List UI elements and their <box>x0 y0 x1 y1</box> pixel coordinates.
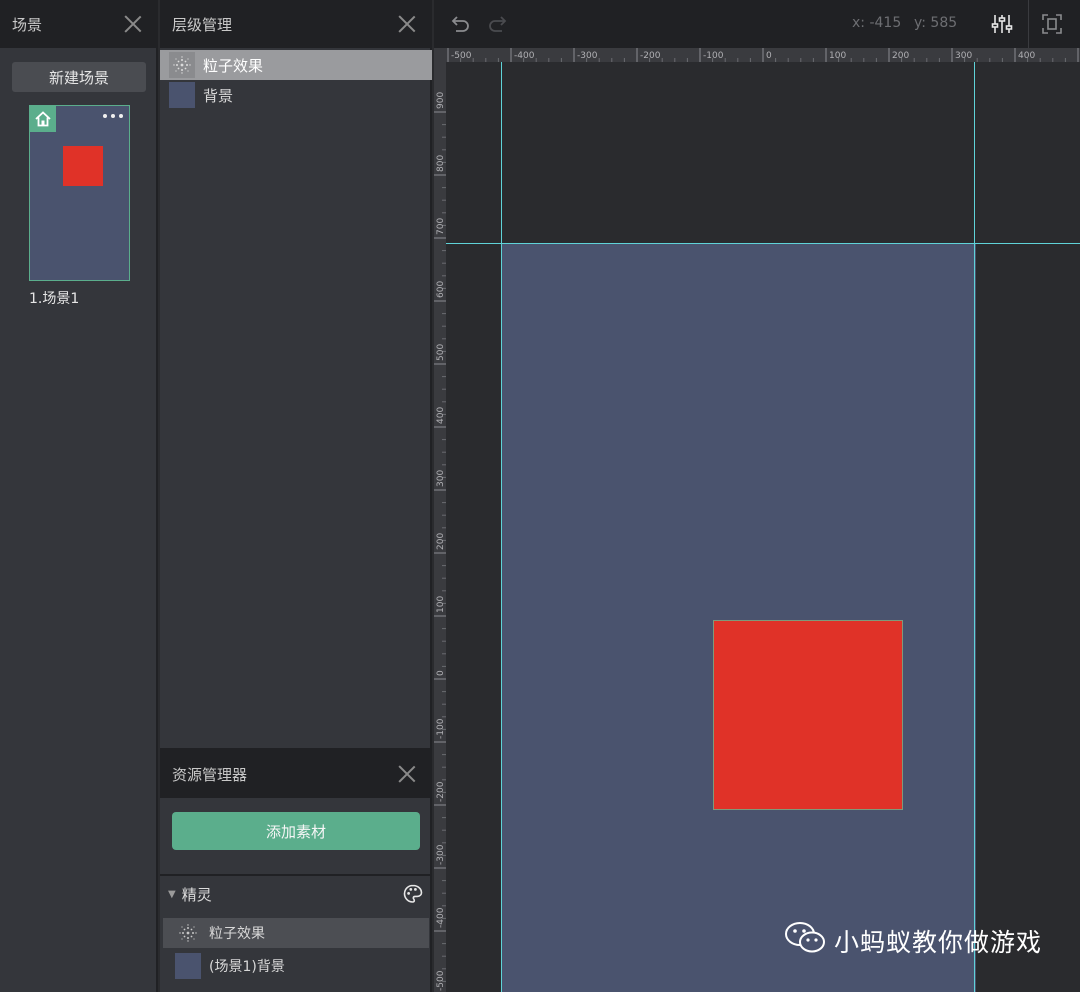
particle-icon <box>175 920 201 946</box>
ruler-tick-label: -500 <box>436 970 446 991</box>
asset-item-label: 粒子效果 <box>209 926 265 942</box>
layer-item-particle[interactable]: 粒子效果 <box>160 50 432 80</box>
ruler-tick-label: 400 <box>1018 51 1035 61</box>
ruler-tick-label: -300 <box>577 51 598 61</box>
ruler-tick-label: 0 <box>766 51 772 61</box>
asset-panel-title: 资源管理器 <box>172 765 248 784</box>
layer-panel-header: 层级管理 <box>160 0 430 48</box>
redo-icon[interactable] <box>486 12 510 36</box>
red-sprite[interactable] <box>713 620 903 810</box>
caret-down-icon: ▼ <box>168 888 176 900</box>
sliders-icon[interactable] <box>990 12 1014 36</box>
watermark: 小蚂蚁教你做游戏 <box>784 920 1042 962</box>
layer-panel: 层级管理 粒子效果 背景 <box>160 0 432 748</box>
ruler-tick-label: 300 <box>955 51 972 61</box>
ruler-tick-label: -300 <box>436 844 446 865</box>
ruler-tick-label: 500 <box>436 344 446 361</box>
scene-panel: 场景 新建场景 1.场景1 <box>0 0 158 992</box>
scene-panel-header: 场景 <box>0 0 156 48</box>
background-swatch-icon <box>175 953 201 979</box>
background-swatch-icon <box>169 82 195 108</box>
ruler-tick-label: -100 <box>436 718 446 739</box>
stage-background[interactable] <box>502 244 976 992</box>
toolbar-divider <box>1028 0 1029 48</box>
layer-panel-title: 层级管理 <box>172 15 233 34</box>
ruler-tick-label: -200 <box>640 51 661 61</box>
asset-panel-header: 资源管理器 <box>160 750 430 798</box>
ruler-tick-label: 800 <box>436 155 446 172</box>
layer-item-label: 粒子效果 <box>203 56 264 75</box>
asset-panel: 资源管理器 添加素材 ▼ 精灵 粒子效果 (场景1)背景 <box>160 748 432 992</box>
asset-item-label: (场景1)背景 <box>209 959 285 975</box>
add-asset-button[interactable]: 添加素材 <box>172 812 420 850</box>
asset-item-background[interactable]: (场景1)背景 <box>163 951 429 981</box>
ruler-tick-label: 100 <box>436 596 446 613</box>
ruler-tick-label: -200 <box>436 781 446 802</box>
layer-item-label: 背景 <box>203 86 234 105</box>
horizontal-ruler: -500-400-300-200-1000100200300400500 <box>434 48 1080 62</box>
canvas-area[interactable] <box>446 62 1080 992</box>
ruler-tick-label: 900 <box>436 92 446 109</box>
guide-line-left <box>501 62 502 992</box>
close-icon[interactable] <box>396 13 418 35</box>
divider <box>160 874 432 876</box>
particle-icon <box>169 52 195 78</box>
scene-panel-title: 场景 <box>12 15 43 34</box>
cursor-y-readout: y: 585 <box>914 15 958 31</box>
scene-thumbnail[interactable] <box>29 105 130 281</box>
home-icon <box>30 106 56 132</box>
scene-label: 1.场景1 <box>29 291 80 307</box>
close-icon[interactable] <box>122 13 144 35</box>
thumbnail-sprite <box>63 146 103 186</box>
ruler-tick-label: -100 <box>703 51 724 61</box>
fit-view-icon[interactable] <box>1040 12 1064 36</box>
ruler-tick-label: 100 <box>829 51 846 61</box>
scene-editor: x: -415 y: 585 -500 -400 -300 -200 -100 0 100 2… <box>434 0 1080 992</box>
palette-icon[interactable] <box>402 883 424 905</box>
ruler-tick-label: -500 <box>451 51 472 61</box>
layer-item-background[interactable]: 背景 <box>160 80 432 110</box>
group-label: 精灵 <box>181 885 212 904</box>
undo-icon[interactable] <box>448 12 472 36</box>
watermark-text: 小蚂蚁教你做游戏 <box>833 928 1042 957</box>
guide-line-top <box>446 243 1080 244</box>
vertical-ruler: 900 800 700 600 500 400 300 200 100 0 -100 -200 -300… <box>434 62 446 992</box>
asset-item-particle[interactable]: 粒子效果 <box>163 918 429 948</box>
ruler-tick-label: 700 <box>436 218 446 235</box>
guide-line-right <box>974 62 975 992</box>
ruler-tick-label: 0 <box>436 670 446 676</box>
ruler-tick-label: 200 <box>892 51 909 61</box>
ruler-tick-label: 400 <box>436 407 446 424</box>
editor-toolbar: x: -415 y: 585 <box>434 0 1080 48</box>
cursor-x-readout: x: -415 <box>852 15 902 31</box>
ruler-tick-label: 300 <box>436 470 446 487</box>
new-scene-button[interactable]: 新建场景 <box>12 62 146 92</box>
ruler-tick-label: -400 <box>514 51 535 61</box>
ruler-tick-label: -400 <box>436 907 446 928</box>
ruler-tick-label: 600 <box>436 281 446 298</box>
ruler-tick-label: 200 <box>436 533 446 550</box>
wechat-icon <box>784 920 828 962</box>
sprite-group-toggle[interactable]: ▼ 精灵 <box>168 880 424 908</box>
more-options-icon[interactable] <box>103 112 123 120</box>
close-icon[interactable] <box>396 763 418 785</box>
